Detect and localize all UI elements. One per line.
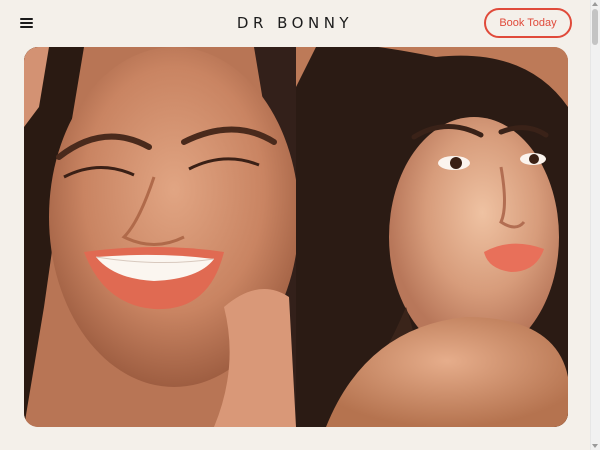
smiling-freckled-woman-photo <box>24 47 296 427</box>
site-header: DR BONNY Book Today <box>0 0 590 46</box>
scroll-up-icon[interactable] <box>592 2 598 6</box>
scrollbar-thumb[interactable] <box>592 9 598 45</box>
hero-gallery <box>24 47 568 427</box>
book-today-button[interactable]: Book Today <box>484 8 572 38</box>
freckled-woman-portrait-photo <box>296 47 568 427</box>
page-scrollbar[interactable] <box>590 0 600 450</box>
scroll-down-icon[interactable] <box>592 444 598 448</box>
